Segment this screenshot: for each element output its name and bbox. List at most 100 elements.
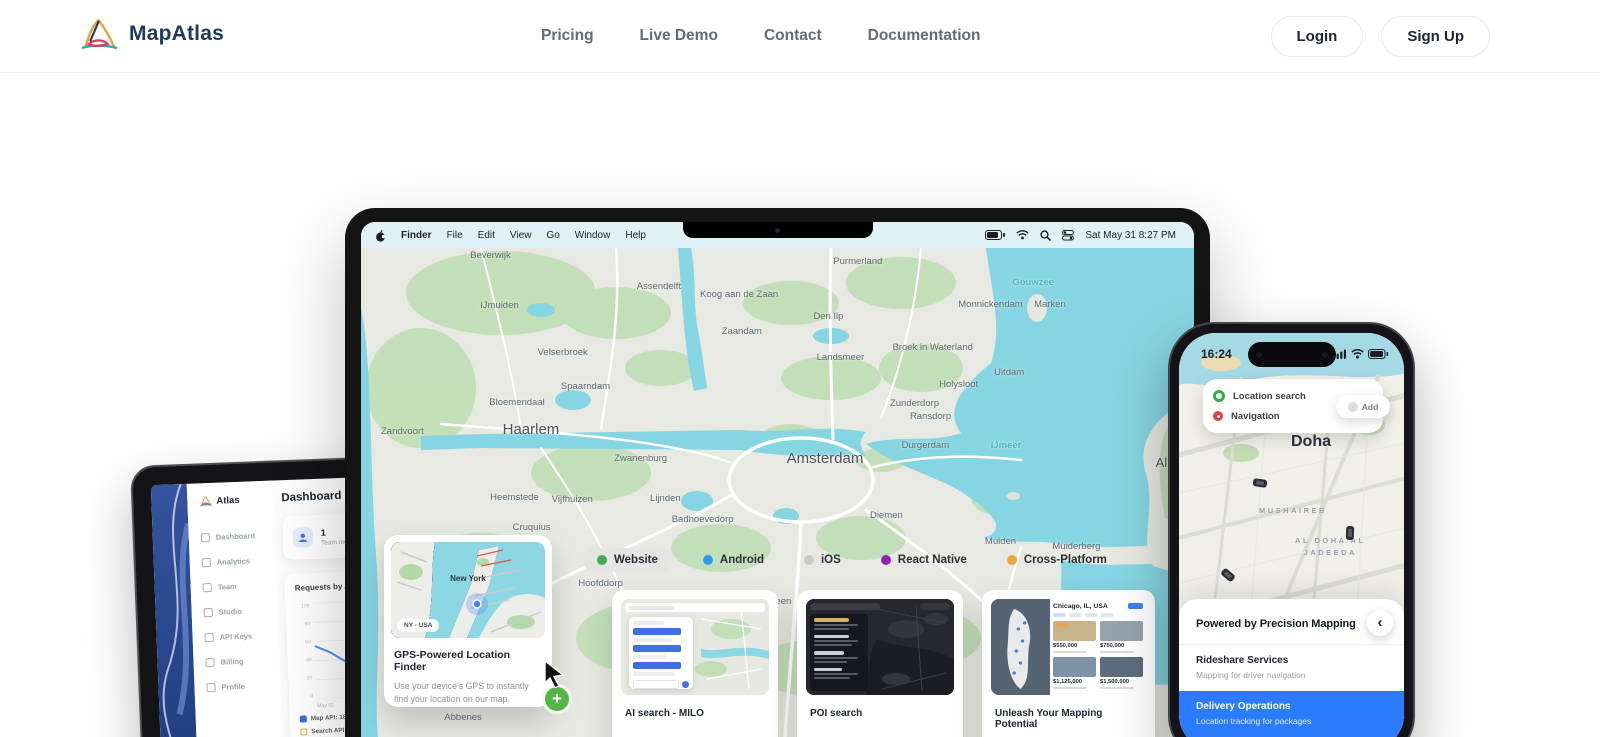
brand-name: MapAtlas xyxy=(129,22,224,46)
chevron-left-button: ‹ xyxy=(1367,610,1393,636)
auth-buttons: Login Sign Up xyxy=(1271,0,1491,72)
map-label-durgerdam: Durgerdam xyxy=(902,440,950,451)
navigation-pin-icon xyxy=(1213,411,1223,421)
menubar-item-go: Go xyxy=(546,230,559,241)
battery-icon xyxy=(985,230,1005,240)
brand[interactable]: MapAtlas xyxy=(78,16,224,52)
doha-label: Doha xyxy=(1291,433,1331,451)
map-label-koog-aan-de-zaan: Koog aan de Zaan xyxy=(700,289,778,300)
menubar-left: FinderFileEditViewGoWindowHelp xyxy=(375,229,646,242)
sidebar-item-icon xyxy=(203,583,212,592)
tablet-sidebar-item-analytics: Analytics xyxy=(201,547,276,575)
login-button[interactable]: Login xyxy=(1271,16,1364,57)
add-plus-icon xyxy=(1348,402,1358,412)
map-label-marken: Marken xyxy=(1034,299,1066,310)
ny-usa-badge: NY - USA xyxy=(397,619,439,632)
listing-screenshot: Chicago, IL, USA $550,000 xyxy=(991,599,1146,695)
location-search-icon xyxy=(1213,390,1225,402)
map-label-zunderdorp: Zunderdorp xyxy=(890,398,939,409)
main-nav: Pricing Live Demo Contact Documentation xyxy=(541,0,980,72)
y-tick: 100 xyxy=(295,603,309,610)
listing-card-title: Unleash Your Mapping Potential xyxy=(995,708,1142,730)
y-tick: 40 xyxy=(297,657,311,664)
navigation-label: Navigation xyxy=(1231,411,1280,422)
gps-card-title: GPS-Powered Location Finder xyxy=(394,649,542,673)
map-label-muiden: Muiden xyxy=(985,536,1016,547)
camera-dot xyxy=(775,228,780,233)
platform-badges: WebsiteAndroidiOSReact NativeCross-Platf… xyxy=(583,548,1116,572)
wifi-icon xyxy=(1016,230,1029,240)
page: MapAtlas Pricing Live Demo Contact Document… xyxy=(0,0,1600,737)
tablet-sidebar-items: Dashboard Analytics Team StudioAPI KeysBill… xyxy=(200,523,281,701)
service-delivery-operations: Delivery OperationsLocation tracking for… xyxy=(1179,691,1404,737)
sidebar-item-icon xyxy=(204,608,213,617)
platform-dot xyxy=(1007,555,1017,565)
nav-link-live-demo[interactable]: Live Demo xyxy=(640,27,718,45)
map-label-amsterdam: Amsterdam xyxy=(787,450,864,467)
platform-dot xyxy=(804,555,814,565)
gps-card-description: Use your device's GPS to instantly find … xyxy=(394,680,542,706)
nav-link-contact[interactable]: Contact xyxy=(764,27,822,45)
chart-y-axis: 100806040200 xyxy=(295,603,313,699)
mushaireb-label: MUSHAIREB xyxy=(1259,505,1327,517)
map-label-velserbroek: Velserbroek xyxy=(538,347,588,358)
tablet-sidebar-item-studio: Studio xyxy=(203,597,278,625)
poi-search-card: POI search xyxy=(797,590,963,737)
control-center-icon xyxy=(1062,230,1074,241)
nav-link-pricing[interactable]: Pricing xyxy=(541,27,594,45)
listing-tile: $1,125,000 xyxy=(1053,657,1096,689)
phone-clock: 16:24 xyxy=(1201,347,1232,361)
mouse-cursor xyxy=(543,660,569,688)
platform-label: Cross-Platform xyxy=(1024,554,1107,566)
menubar-item-finder: Finder xyxy=(401,230,432,241)
ai-search-card: AI search - MILO xyxy=(612,590,778,737)
macbook-notch xyxy=(683,222,873,238)
menubar-item-edit: Edit xyxy=(478,230,495,241)
car-icon xyxy=(1346,526,1354,540)
map-label-diemen: Diemen xyxy=(870,510,903,521)
sidebar-item-label: Team xyxy=(218,582,237,592)
sidebar-item-label: Analytics xyxy=(217,556,251,566)
battery-icon xyxy=(1368,349,1388,359)
spotlight-search-icon xyxy=(1040,230,1051,241)
signup-button[interactable]: Sign Up xyxy=(1381,16,1490,57)
apple-menu-icon xyxy=(375,229,386,242)
tablet-sidebar-item-api-keys: API Keys xyxy=(204,622,279,650)
tablet-sidebar-item-dashboard: Dashboard xyxy=(200,523,275,551)
ai-searchbar xyxy=(629,606,675,610)
map-label-ransdorp: Ransdorp xyxy=(910,411,951,422)
listing-card: Chicago, IL, USA $550,000 xyxy=(982,590,1155,737)
location-search-label: Location search xyxy=(1233,391,1306,402)
ai-chat-panel xyxy=(629,617,693,689)
platform-badge-ios: iOS xyxy=(795,548,850,572)
tablet-sidebar-item-billing: Billing xyxy=(205,647,280,675)
menubar-item-file: File xyxy=(447,230,463,241)
ai-input-field xyxy=(633,680,679,689)
platform-label: iOS xyxy=(821,554,841,566)
nav-link-documentation[interactable]: Documentation xyxy=(868,27,981,45)
map-label-ijmeer: IJmeer xyxy=(991,440,1022,451)
sidebar-item-label: Dashboard xyxy=(216,531,256,541)
platform-dot xyxy=(703,555,713,565)
platform-badge-android: Android xyxy=(694,548,773,572)
map-label-den-ilp: Den Ilp xyxy=(813,311,843,322)
menubar-item-help: Help xyxy=(625,230,646,241)
map-label-holysloot: Holysloot xyxy=(939,379,978,390)
sidebar-item-icon xyxy=(206,683,215,692)
y-tick: 60 xyxy=(297,639,311,646)
add-label: Add xyxy=(1362,402,1379,412)
ai-card-title: AI search - MILO xyxy=(625,708,765,719)
service-title: Rideshare Services xyxy=(1196,655,1387,666)
island-sensor xyxy=(1322,352,1328,358)
gps-feature-card: New York NY - USA GPS-Powered Location F… xyxy=(384,535,552,707)
menubar-item-window: Window xyxy=(575,230,611,241)
poi-search-screenshot xyxy=(806,599,954,695)
sheet-title: Powered by Precision Mapping xyxy=(1196,618,1356,630)
island-camera xyxy=(1256,352,1262,358)
poi-searchbar xyxy=(810,603,880,610)
sidebar-item-label: Profile xyxy=(221,682,245,692)
map-label-heemstede: Heemstede xyxy=(490,492,539,503)
map-label-vijfhuizen: Vijfhuizen xyxy=(552,494,593,505)
platform-badge-website: Website xyxy=(583,548,672,572)
add-location-button: Add xyxy=(1336,395,1390,418)
